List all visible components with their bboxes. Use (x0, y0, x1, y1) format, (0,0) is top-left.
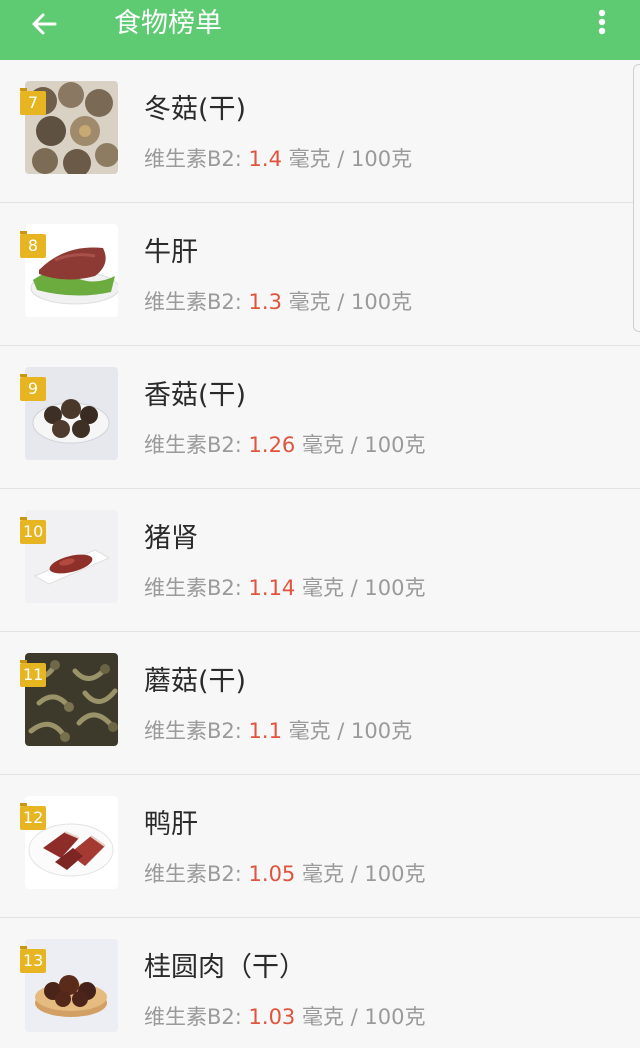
nutrient-label: 维生素B2: (144, 862, 249, 886)
nutrient-value: 1.1 (248, 719, 282, 743)
rank-badge: 11 (20, 660, 47, 687)
food-name: 桂圆肉（干） (144, 952, 306, 983)
nutrient-info: 维生素B2: 1.1 毫克 / 100克 (144, 715, 412, 745)
list-item[interactable]: 9 香菇(干) 维生素B2: 1.26 毫克 / 100克 (0, 346, 640, 489)
rank-badge: 7 (20, 88, 46, 115)
nutrient-value: 1.05 (248, 862, 296, 886)
food-name: 鸭肝 (144, 809, 198, 840)
rank-badge: 9 (20, 374, 46, 401)
nutrient-unit: 毫克 / 100克 (295, 433, 426, 457)
rank-badge: 12 (20, 803, 47, 830)
top-app-bar: 食物榜单 (0, 0, 640, 60)
nutrient-unit: 毫克 / 100克 (281, 719, 413, 743)
nutrient-unit: 毫克 / 100克 (295, 862, 426, 886)
nutrient-info: 维生素B2: 1.03 毫克 / 100克 (144, 1001, 425, 1031)
nutrient-label: 维生素B2: (144, 1005, 249, 1029)
nutrient-info: 维生素B2: 1.3 毫克 / 100克 (144, 286, 412, 316)
list-item[interactable]: 13 桂圆肉（干） 维生素B2: 1.03 毫克 / 100克 (0, 918, 640, 1048)
rank-badge: 13 (20, 946, 47, 973)
nutrient-label: 维生素B2: (144, 147, 249, 171)
nutrient-info: 维生素B2: 1.26 毫克 / 100克 (144, 429, 425, 459)
food-ranking-screen: 食物榜单 7 冬菇(干) 维生素B2: 1.4 毫克 / 100克 8 牛肝 维… (0, 0, 640, 1048)
food-name: 冬菇(干) (144, 94, 247, 125)
list-item[interactable]: 7 冬菇(干) 维生素B2: 1.4 毫克 / 100克 (0, 60, 640, 203)
scroll-indicator[interactable] (633, 64, 640, 332)
nutrient-value: 1.14 (248, 576, 296, 600)
rank-badge: 8 (20, 231, 46, 258)
nutrient-info: 维生素B2: 1.14 毫克 / 100克 (144, 572, 425, 602)
nutrient-info: 维生素B2: 1.05 毫克 / 100克 (144, 858, 425, 888)
nutrient-unit: 毫克 / 100克 (295, 1005, 426, 1029)
food-name: 猪肾 (144, 523, 198, 554)
list-item[interactable]: 11 蘑菇(干) 维生素B2: 1.1 毫克 / 100克 (0, 632, 640, 775)
rank-badge: 10 (20, 517, 47, 544)
nutrient-value: 1.3 (248, 290, 282, 314)
nutrient-value: 1.4 (248, 147, 282, 171)
nutrient-unit: 毫克 / 100克 (281, 290, 413, 314)
more-options-button[interactable] (582, 4, 622, 44)
nutrient-unit: 毫克 / 100克 (295, 576, 426, 600)
food-name: 香菇(干) (144, 380, 247, 411)
nutrient-label: 维生素B2: (144, 433, 249, 457)
nutrient-label: 维生素B2: (144, 576, 249, 600)
nutrient-label: 维生素B2: (144, 719, 249, 743)
more-vertical-icon (597, 8, 607, 40)
back-button[interactable] (22, 6, 66, 46)
nutrient-info: 维生素B2: 1.4 毫克 / 100克 (144, 143, 412, 173)
back-arrow-icon (30, 10, 58, 42)
nutrient-label: 维生素B2: (144, 290, 249, 314)
nutrient-unit: 毫克 / 100克 (281, 147, 413, 171)
food-name: 牛肝 (144, 237, 198, 268)
list-item[interactable]: 10 猪肾 维生素B2: 1.14 毫克 / 100克 (0, 489, 640, 632)
food-list: 7 冬菇(干) 维生素B2: 1.4 毫克 / 100克 8 牛肝 维生素B2:… (0, 60, 640, 1048)
list-item[interactable]: 8 牛肝 维生素B2: 1.3 毫克 / 100克 (0, 203, 640, 346)
food-name: 蘑菇(干) (144, 666, 247, 697)
nutrient-value: 1.03 (248, 1005, 296, 1029)
list-item[interactable]: 12 鸭肝 维生素B2: 1.05 毫克 / 100克 (0, 775, 640, 918)
page-title: 食物榜单 (114, 8, 222, 39)
nutrient-value: 1.26 (248, 433, 296, 457)
